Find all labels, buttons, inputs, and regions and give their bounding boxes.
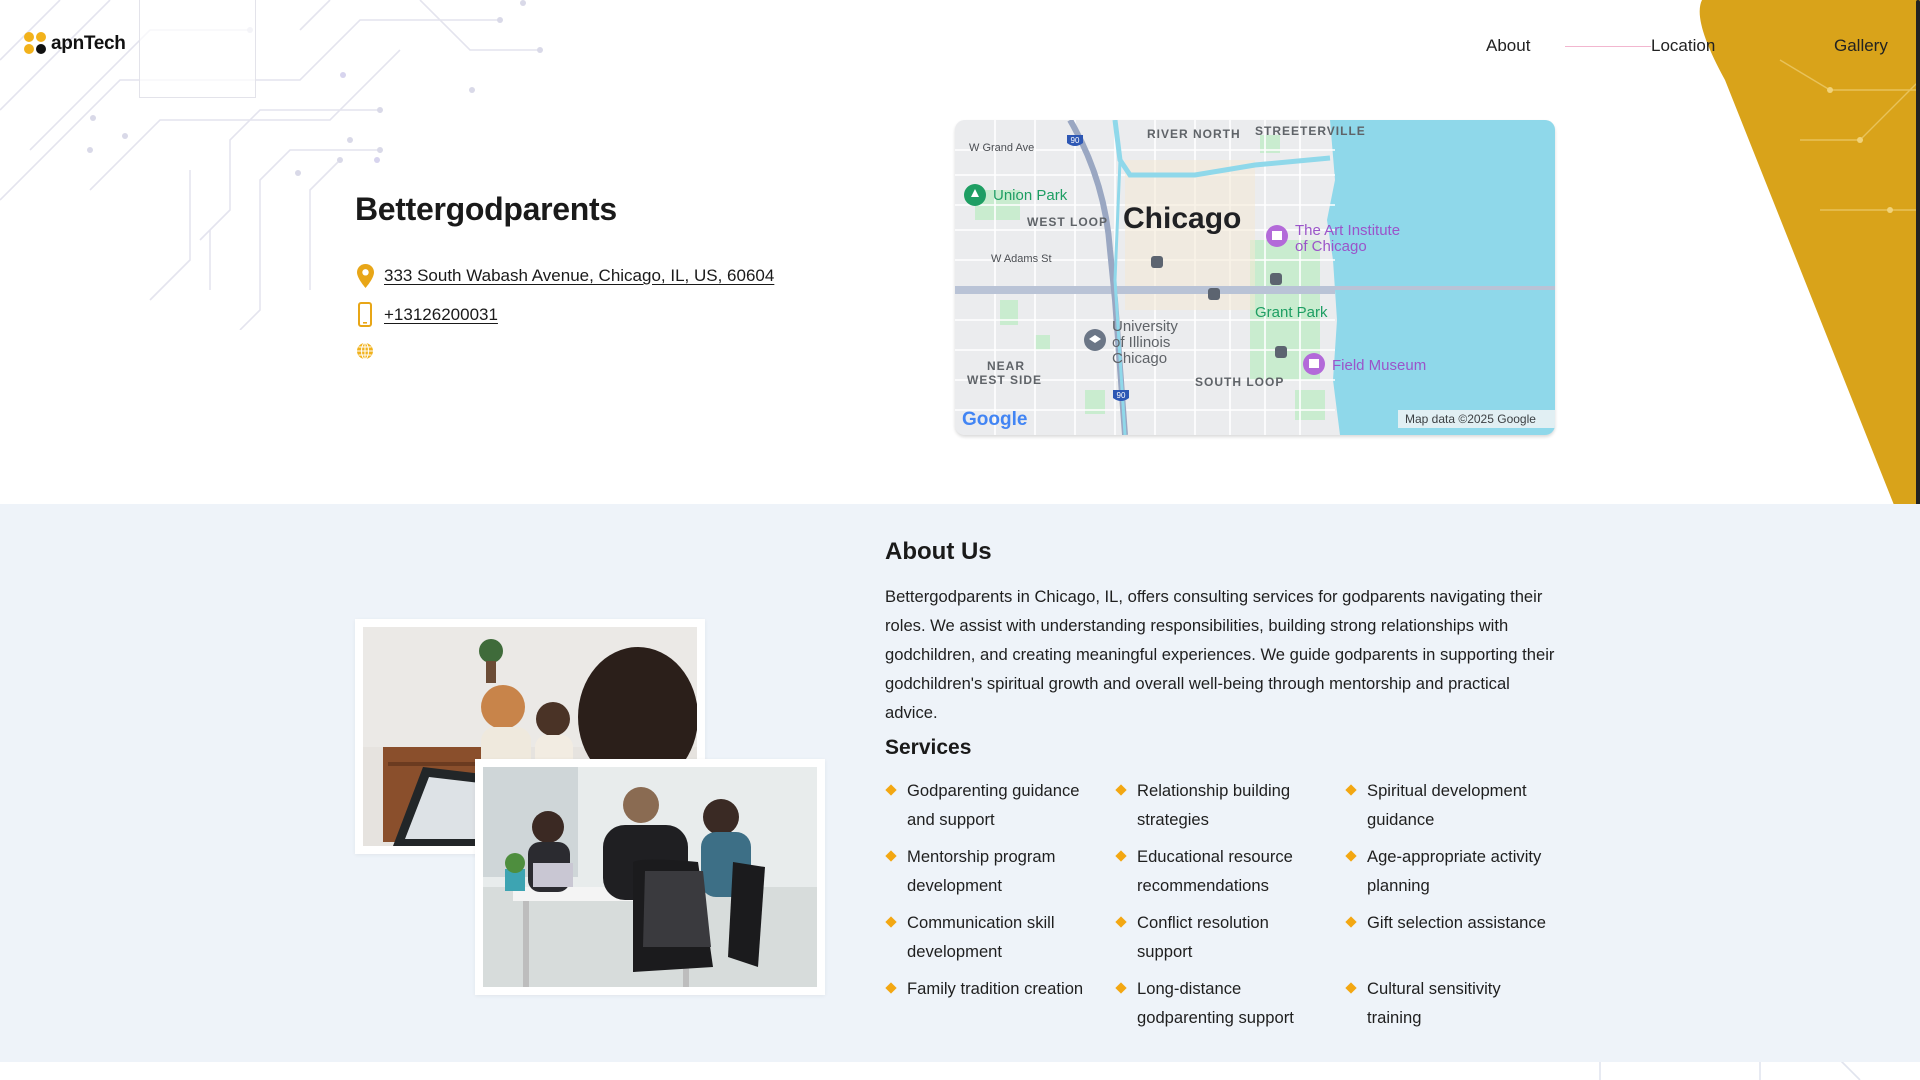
services-title: Services [885,736,972,759]
service-item: Communication skill development [885,908,1115,966]
service-label: Communication skill development [907,913,1055,961]
service-item: Conflict resolution support [1115,908,1345,966]
mobile-phone-icon [355,302,375,327]
service-label: Family tradition creation [907,979,1084,998]
service-label: Cultural sensitivity training [1367,979,1501,1027]
map-label-south-loop: SOUTH LOOP [1195,375,1284,389]
service-label: Gift selection assistance [1367,913,1546,932]
diamond-bullet-icon [1345,784,1357,796]
diamond-bullet-icon [1345,850,1357,862]
main-nav: About Location Gallery [0,36,1920,60]
service-item: Relationship building strategies [1115,776,1345,834]
diamond-bullet-icon [1345,916,1357,928]
phone-link[interactable]: +13126200031 [384,305,498,325]
map-label-art-institute: The Art Institute [1295,222,1400,239]
service-label: Spiritual development guidance [1367,781,1527,829]
map-label-near: NEAR [987,359,1025,373]
diamond-bullet-icon [1115,850,1127,862]
map-label-uic-line2: of Illinois [1112,334,1170,351]
nav-link-gallery[interactable]: Gallery [1834,36,1888,56]
services-list: Godparenting guidance and support Relati… [885,776,1575,1032]
service-item: Godparenting guidance and support [885,776,1115,834]
service-item: Mentorship program development [885,842,1115,900]
service-item: Cultural sensitivity training [1345,974,1575,1032]
about-description: Bettergodparents in Chicago, IL, offers … [885,587,1555,722]
service-item: Long-distance godparenting support [1115,974,1345,1032]
diamond-bullet-icon [885,982,897,994]
service-item: Spiritual development guidance [1345,776,1575,834]
map-label-w-grand-ave: W Grand Ave [969,142,1034,154]
map-highway-label: 90 [1071,136,1080,145]
location-map[interactable]: 90 90 RIVER NORTH STREETERVILLE WEST LOO… [955,120,1555,435]
map-label-near-west-side: WEST SIDE [967,373,1042,387]
diamond-bullet-icon [885,784,897,796]
service-label: Age-appropriate activity planning [1367,847,1542,895]
map-label-w-adams-st: W Adams St [991,253,1052,265]
map-label-west-loop: WEST LOOP [1027,215,1108,229]
nav-link-about[interactable]: About [1486,36,1530,56]
map-label-art-institute-line2: of Chicago [1295,238,1367,255]
about-title: About Us [885,538,992,565]
business-name: Bettergodparents [355,191,617,227]
diamond-bullet-icon [1345,982,1357,994]
map-label-grant-park: Grant Park [1255,304,1328,321]
service-label: Long-distance godparenting support [1137,979,1294,1027]
service-item: Educational resource recommendations [1115,842,1345,900]
service-label: Mentorship program development [907,847,1056,895]
diamond-bullet-icon [1115,784,1127,796]
service-label: Educational resource recommendations [1137,847,1293,895]
service-item: Family tradition creation [885,974,1115,1032]
address-link[interactable]: 333 South Wabash Avenue, Chicago, IL, US… [384,266,774,286]
service-label: Godparenting guidance and support [907,781,1080,829]
diamond-bullet-icon [885,916,897,928]
map-label-river-north: RIVER NORTH [1147,127,1241,141]
website-row [355,342,384,360]
diamond-bullet-icon [1115,982,1127,994]
map-label-field-museum: Field Museum [1332,357,1426,374]
map-label-streeterville: STREETERVILLE [1255,124,1366,138]
address-row: 333 South Wabash Avenue, Chicago, IL, US… [355,264,774,288]
phone-row: +13126200031 [355,302,498,327]
site-header: apnTech About Location Gallery [0,0,1920,92]
service-item: Age-appropriate activity planning [1345,842,1575,900]
map-label-union-park: Union Park [993,187,1068,204]
map-label-uic: University [1112,318,1178,335]
service-label: Conflict resolution support [1137,913,1269,961]
map-google-logo: Google [962,409,1027,430]
service-label: Relationship building strategies [1137,781,1291,829]
map-attribution: Map data ©2025 Google [1405,412,1536,426]
service-item: Gift selection assistance [1345,908,1575,966]
diamond-bullet-icon [885,850,897,862]
gallery-photo-2[interactable] [475,759,825,995]
map-label-uic-line3: Chicago [1112,350,1167,367]
globe-icon[interactable] [355,342,375,360]
diamond-bullet-icon [1115,916,1127,928]
map-label-city: Chicago [1123,202,1241,235]
map-highway-label: 90 [1117,391,1126,400]
nav-link-location[interactable]: Location [1651,36,1715,56]
map-pin-icon [355,264,375,288]
